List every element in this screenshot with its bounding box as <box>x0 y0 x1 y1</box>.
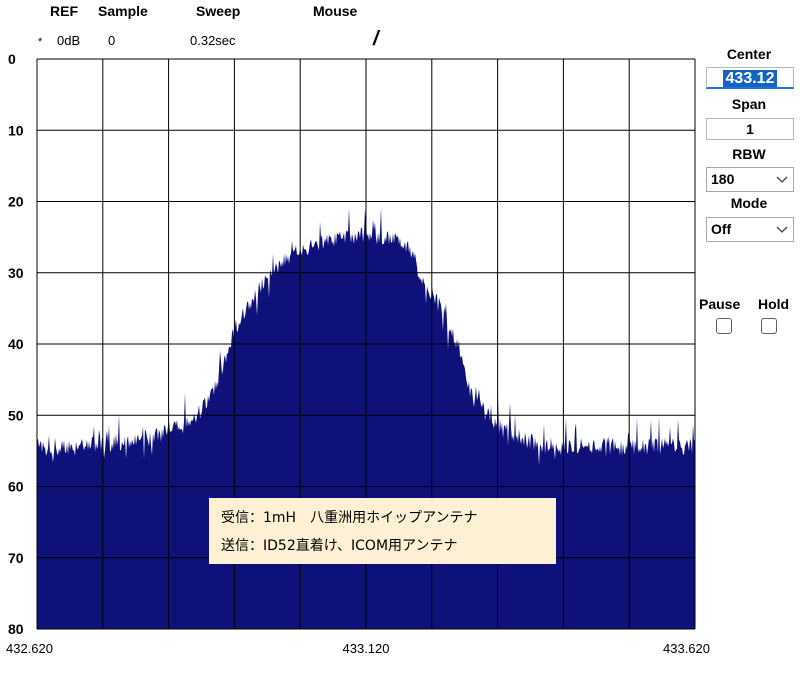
span-value: 1 <box>746 121 754 137</box>
chevron-down-icon <box>776 226 788 233</box>
pause-checkbox[interactable] <box>716 318 732 334</box>
y-tick-label: 10 <box>8 122 24 138</box>
mode-select[interactable]: Off <box>706 217 794 242</box>
mode-label: Mode <box>730 195 768 211</box>
x-axis-ticks: 432.620 433.120 433.620 <box>6 641 710 656</box>
y-tick-label: 50 <box>8 407 24 423</box>
center-value: 433.12 <box>722 70 778 87</box>
annotation-box: 受信：1mH 八重洲用ホイップアンテナ 送信：ID52直着け、ICOM用アンテナ <box>209 498 556 564</box>
y-tick-label: 0 <box>8 51 16 67</box>
x-tick-label: 433.620 <box>663 641 710 656</box>
hold-checkbox[interactable] <box>761 318 777 334</box>
span-field[interactable]: 1 <box>706 118 794 140</box>
center-label: Center <box>726 46 772 62</box>
span-label: Span <box>731 96 767 112</box>
rbw-label: RBW <box>732 146 766 162</box>
annotation-receive-line: 受信：1mH 八重洲用ホイップアンテナ <box>221 510 478 526</box>
y-tick-label: 60 <box>8 479 24 495</box>
pause-label: Pause <box>699 296 741 312</box>
y-tick-label: 30 <box>8 265 24 281</box>
mode-value: Off <box>711 221 732 237</box>
annotation-transmit-line: 送信：ID52直着け、ICOM用アンテナ <box>221 538 458 554</box>
x-tick-label: 432.620 <box>6 641 53 656</box>
x-tick-label: 433.120 <box>343 641 390 656</box>
y-axis-ticks: 0 10 20 30 40 50 60 70 80 <box>8 51 24 637</box>
y-tick-label: 70 <box>8 550 24 566</box>
center-field[interactable]: 433.12 <box>706 67 794 89</box>
rbw-select[interactable]: 180 <box>706 167 794 192</box>
y-tick-label: 20 <box>8 194 24 210</box>
rbw-value: 180 <box>711 171 735 187</box>
chevron-down-icon <box>776 176 788 183</box>
spectrum-plot[interactable]: 0 10 20 30 40 50 60 70 80 432.620 433.120 433.620 <box>0 0 800 677</box>
y-tick-label: 80 <box>8 621 24 637</box>
y-tick-label: 40 <box>8 336 24 352</box>
hold-label: Hold <box>758 296 790 312</box>
